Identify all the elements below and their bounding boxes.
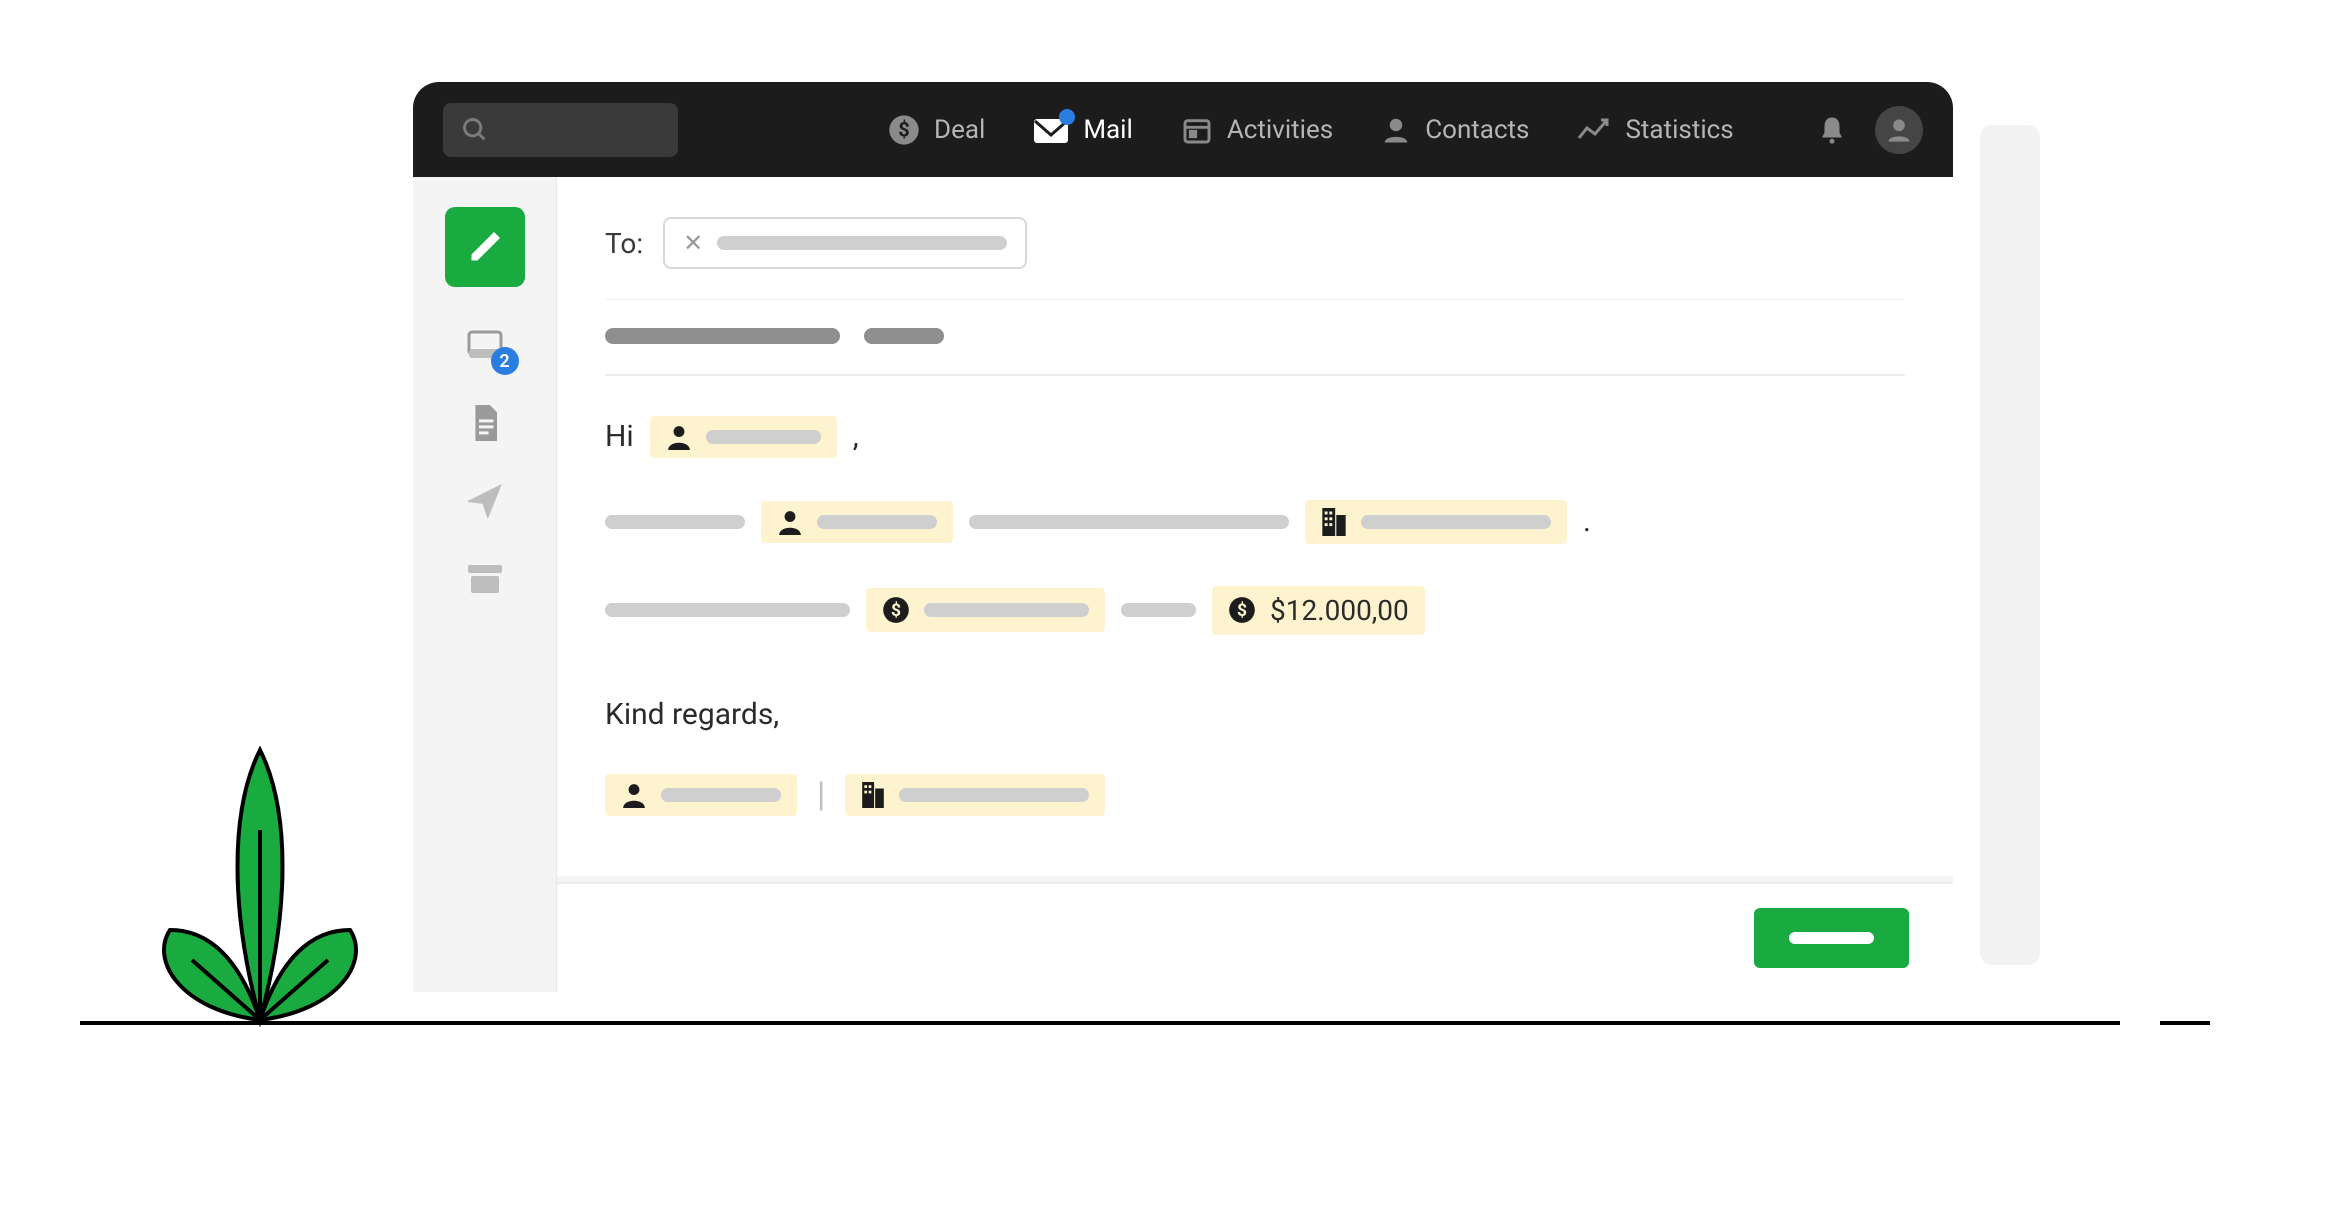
token-placeholder [899, 788, 1089, 802]
body-signoff: Kind regards, [605, 697, 1905, 732]
nav-activities[interactable]: Activities [1181, 114, 1333, 146]
signoff-text: Kind regards, [605, 697, 779, 732]
avatar[interactable] [1875, 106, 1923, 154]
send-button[interactable] [1754, 908, 1909, 968]
person-icon [621, 782, 647, 808]
window-shadow [1980, 125, 2040, 965]
sidebar-drafts[interactable] [465, 403, 505, 443]
person-icon [1885, 116, 1913, 144]
token-deal[interactable]: $ [866, 588, 1105, 632]
pencil-icon [467, 229, 503, 265]
inbox-badge: 2 [491, 347, 519, 375]
nav-label: Deal [934, 115, 985, 145]
nav-mail[interactable]: Mail [1033, 115, 1133, 145]
chart-line-icon [1577, 116, 1611, 144]
person-icon [1381, 115, 1411, 145]
send-bar [557, 882, 1953, 992]
search-icon [461, 116, 489, 144]
send-icon [468, 484, 502, 518]
remove-recipient-icon[interactable]: ✕ [683, 229, 703, 257]
nav-label: Statistics [1625, 115, 1733, 145]
nav-statistics[interactable]: Statistics [1577, 115, 1733, 145]
recipient-placeholder [717, 236, 1007, 250]
period: . [1583, 504, 1591, 539]
token-placeholder [924, 603, 1089, 617]
text-placeholder [605, 515, 745, 529]
compose-panel: To: ✕ Hi , [557, 177, 1953, 992]
svg-text:$: $ [1237, 600, 1247, 621]
plant-decoration [120, 700, 400, 1030]
text-placeholder [605, 603, 850, 617]
divider [605, 299, 1905, 300]
notification-dot [1059, 109, 1075, 125]
subject-placeholder-2 [864, 328, 944, 344]
text-placeholder [969, 515, 1289, 529]
deal-value-text: $12.000,00 [1270, 594, 1409, 627]
compose-button[interactable] [445, 207, 525, 287]
token-deal-value[interactable]: $ $12.000,00 [1212, 586, 1425, 635]
separator: | [817, 775, 825, 815]
search-input[interactable] [443, 103, 678, 157]
token-sender-org[interactable] [845, 774, 1105, 816]
compose-footer [557, 876, 1953, 992]
comma: , [853, 419, 859, 454]
divider [605, 374, 1905, 375]
token-placeholder [1361, 515, 1551, 529]
building-icon [1321, 508, 1347, 536]
sidebar-sent[interactable] [465, 481, 505, 521]
nav-label: Mail [1083, 115, 1133, 145]
sidebar-inbox[interactable]: 2 [465, 325, 505, 365]
greeting-text: Hi [605, 419, 634, 454]
text-placeholder [1121, 603, 1196, 617]
dollar-circle-icon: $ [888, 114, 920, 146]
body-line-1: Hi , [605, 416, 1905, 458]
nav-label: Contacts [1425, 115, 1529, 145]
dollar-circle-icon: $ [1228, 596, 1256, 624]
nav-right [1817, 106, 1923, 154]
dollar-circle-icon: $ [882, 596, 910, 624]
subject-row[interactable] [605, 328, 1905, 344]
bell-icon[interactable] [1817, 113, 1847, 147]
to-row: To: ✕ [605, 217, 1905, 269]
person-icon [666, 424, 692, 450]
token-placeholder [661, 788, 781, 802]
signature-line: | [605, 774, 1905, 816]
svg-text:$: $ [891, 600, 901, 621]
to-label: To: [605, 227, 643, 260]
mail-sidebar: 2 [413, 177, 557, 992]
token-sender-name[interactable] [605, 774, 797, 816]
person-icon [777, 509, 803, 535]
ground-dash [2160, 1021, 2210, 1025]
app-window: $ Deal Mail Activities [413, 82, 1953, 992]
sidebar-archive[interactable] [465, 559, 505, 599]
subject-placeholder-1 [605, 328, 840, 344]
nav-deal[interactable]: $ Deal [888, 114, 985, 146]
nav-items: $ Deal Mail Activities [888, 114, 1734, 146]
body-line-2: . [605, 500, 1905, 544]
nav-label: Activities [1227, 115, 1333, 145]
calendar-icon [1181, 114, 1213, 146]
body-line-3: $ $ $12.000,00 [605, 586, 1905, 635]
archive-icon [468, 565, 502, 593]
svg-text:$: $ [898, 117, 909, 141]
send-label-placeholder [1789, 932, 1874, 944]
document-icon [470, 405, 500, 441]
building-icon [861, 782, 885, 808]
nav-contacts[interactable]: Contacts [1381, 115, 1529, 145]
token-contact-name[interactable] [650, 416, 837, 458]
top-navbar: $ Deal Mail Activities [413, 82, 1953, 177]
recipient-chip[interactable]: ✕ [663, 217, 1027, 269]
token-organization[interactable] [1305, 500, 1567, 544]
token-contact[interactable] [761, 501, 953, 543]
token-placeholder [706, 430, 821, 444]
token-placeholder [817, 515, 937, 529]
